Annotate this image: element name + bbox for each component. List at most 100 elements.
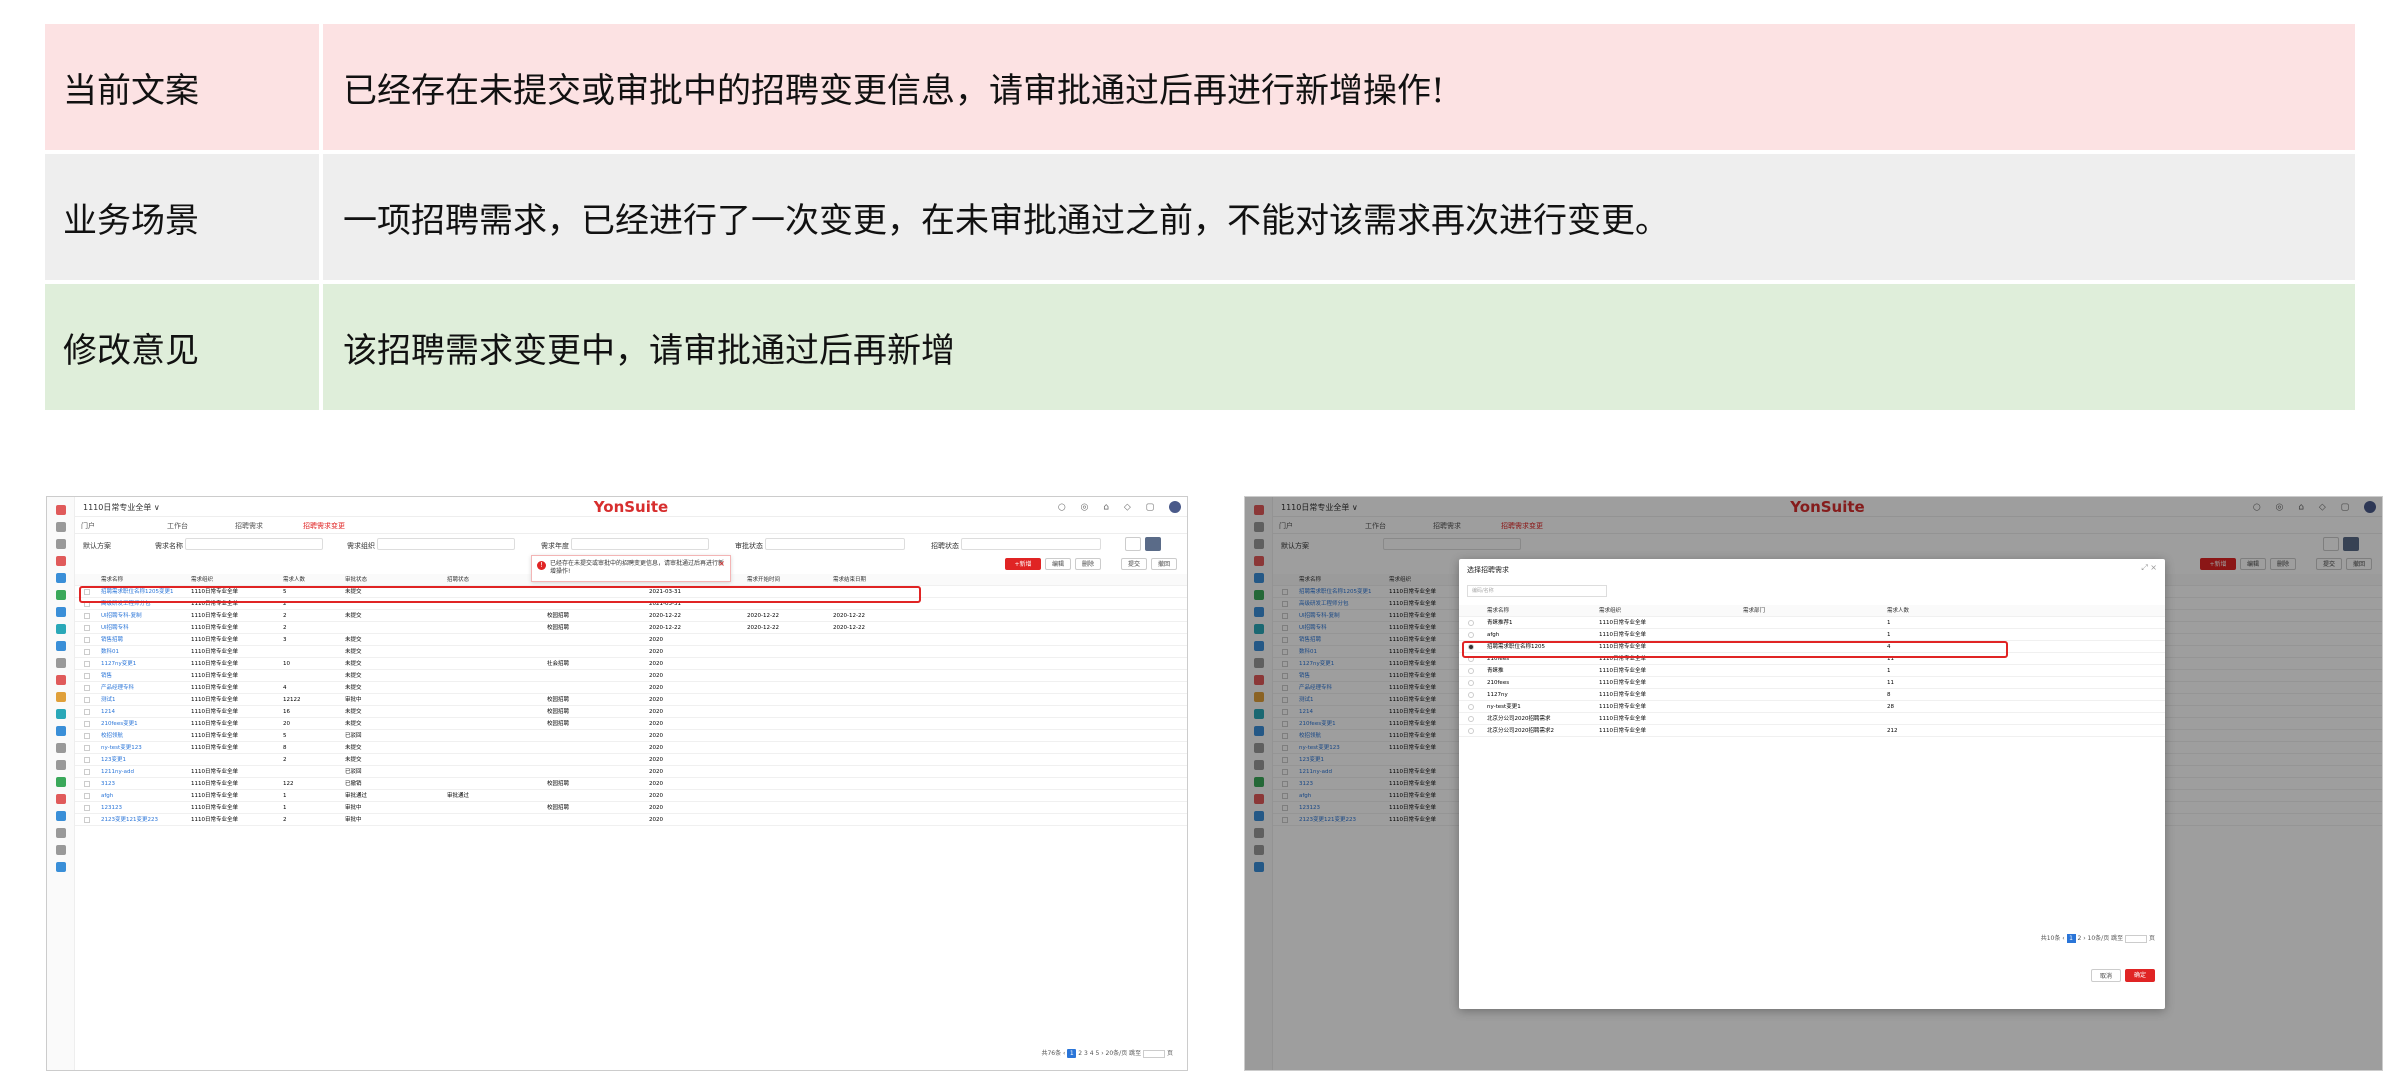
table-cell[interactable]: 1211ny-add [101,766,134,778]
filter-input[interactable] [377,538,515,550]
pager-page[interactable]: 1 [2066,934,2076,943]
pager-page[interactable]: 2 [2077,935,2081,942]
table-row[interactable]: 1214 1110日常专业全单 16 未提交 校园招聘 2020 [75,706,1187,718]
nav-icon[interactable] [56,811,66,821]
pager-page[interactable]: 5 [1095,1050,1099,1057]
row-checkbox[interactable] [84,625,90,631]
row-checkbox[interactable] [84,817,90,823]
delete-button[interactable]: 删除 [1075,558,1101,570]
row-checkbox[interactable] [84,637,90,643]
nav-icon[interactable] [56,522,66,532]
nav-icon[interactable] [56,726,66,736]
table-row[interactable]: 销售 1110日常专业全单 未提交 2020 [75,670,1187,682]
edit-button[interactable]: 编辑 [1045,558,1071,570]
nav-icon[interactable] [56,692,66,702]
table-row[interactable]: 210fees变更1 1110日常专业全单 20 未提交 校园招聘 2020 [75,718,1187,730]
page-jump-input[interactable] [2125,934,2148,943]
nav-icon[interactable] [56,675,66,685]
nav-icon[interactable] [56,607,66,617]
column-header[interactable]: 审批状态 [345,574,367,586]
filter-input[interactable] [765,538,905,550]
table-cell[interactable]: 销售 [101,670,112,682]
add-button[interactable]: +新增 [1005,558,1041,570]
table-row[interactable]: 1127ny 1110日常专业全单 8 [1459,689,2165,701]
column-header[interactable]: 需求结束日期 [833,574,866,586]
column-header[interactable]: 招聘状态 [447,574,469,586]
row-checkbox[interactable] [84,721,90,727]
table-row[interactable]: 数科01 1110日常专业全单 未提交 2020 [75,646,1187,658]
page-size-select[interactable]: 20条/页 [1106,1050,1128,1057]
table-row[interactable]: 测试1 1110日常专业全单 12122 审批中 校园招聘 2020 [75,694,1187,706]
filter-input[interactable] [961,538,1101,550]
table-row[interactable]: 123123 1110日常专业全单 1 审批中 校园招聘 2020 [75,802,1187,814]
nav-icon[interactable] [56,573,66,583]
column-header[interactable]: 需求名称 [1487,605,1509,617]
nav-icon[interactable] [56,777,66,787]
table-cell[interactable]: 123123 [101,802,122,814]
row-radio[interactable] [1468,728,1474,734]
row-radio[interactable] [1468,632,1474,638]
row-checkbox[interactable] [84,661,90,667]
table-row[interactable]: 产品经理专科 1110日常专业全单 4 未提交 2020 [75,682,1187,694]
table-row[interactable]: ny-test变更123 1110日常专业全单 8 未提交 2020 [75,742,1187,754]
table-cell[interactable]: ny-test变更123 [101,742,142,754]
tab-demand-change[interactable]: 招聘需求变更 [303,521,345,531]
search-icon[interactable] [1145,537,1161,551]
table-row[interactable]: 210fees 1110日常专业全单 11 [1459,677,2165,689]
table-row[interactable]: 销售招聘 1110日常专业全单 3 未提交 2020 [75,634,1187,646]
table-cell[interactable]: 3123 [101,778,115,790]
row-checkbox[interactable] [84,673,90,679]
table-row[interactable]: afgh 1110日常专业全单 1 审批通过 审批通过 2020 [75,790,1187,802]
reset-icon[interactable] [1125,537,1141,551]
row-radio[interactable] [1468,680,1474,686]
table-row[interactable]: 123变更1 2 未提交 2020 [75,754,1187,766]
filter-input[interactable] [185,538,323,550]
row-radio[interactable] [1468,692,1474,698]
row-checkbox[interactable] [84,805,90,811]
nav-icon[interactable] [56,641,66,651]
table-cell[interactable]: 2123变更121变更223 [101,814,158,826]
table-cell[interactable]: 产品经理专科 [101,682,134,694]
table-row[interactable]: 1211ny-add 1110日常专业全单 已驳回 2020 [75,766,1187,778]
nav-icon[interactable] [56,709,66,719]
row-checkbox[interactable] [84,649,90,655]
table-cell[interactable]: 1214 [101,706,115,718]
page-size-select[interactable]: 10条/页 [2088,935,2110,942]
row-radio[interactable] [1468,716,1474,722]
nav-icon[interactable] [56,862,66,872]
row-radio[interactable] [1468,620,1474,626]
row-checkbox[interactable] [84,733,90,739]
table-cell[interactable]: 数科01 [101,646,119,658]
nav-icon[interactable] [56,539,66,549]
table-row[interactable]: UI招聘专科 1110日常专业全单 2 校园招聘 2020-12-22 2020-12-2… [75,622,1187,634]
row-checkbox[interactable] [84,709,90,715]
scheme-label[interactable]: 默认方案 [83,541,111,551]
pager-page[interactable]: 1 [1067,1049,1077,1058]
tab-portal[interactable]: 门户 [81,521,95,531]
row-checkbox[interactable] [84,757,90,763]
table-row[interactable]: ny-test变更1 1110日常专业全单 28 [1459,701,2165,713]
nav-icon[interactable] [56,828,66,838]
row-checkbox[interactable] [84,613,90,619]
nav-icon[interactable] [56,505,66,515]
table-row[interactable]: 北京分公司2020招聘需求 1110日常专业全单 [1459,713,2165,725]
submit-button[interactable]: 提交 [1121,558,1147,570]
nav-icon[interactable] [56,794,66,804]
page-jump-input[interactable] [1143,1049,1166,1058]
row-checkbox[interactable] [84,769,90,775]
pager-page[interactable]: 2 [1078,1050,1082,1057]
column-header[interactable]: 需求部门 [1743,605,1765,617]
nav-icon[interactable] [56,743,66,753]
table-row[interactable]: 2123变更121变更223 1110日常专业全单 2 审批中 2020 [75,814,1187,826]
table-cell[interactable]: UI招聘专科 [101,622,129,634]
close-icon[interactable]: × [718,560,725,568]
nav-icon[interactable] [56,590,66,600]
row-checkbox[interactable] [84,745,90,751]
table-row[interactable]: 校招领航 1110日常专业全单 5 已驳回 2020 [75,730,1187,742]
table-cell[interactable]: afgh [101,790,113,802]
column-header[interactable]: 需求名称 [101,574,123,586]
nav-icon[interactable] [56,624,66,634]
table-row[interactable]: UI招聘专科-复制 1110日常专业全单 2 未提交 校园招聘 2020-12-22 202… [75,610,1187,622]
table-cell[interactable]: UI招聘专科-复制 [101,610,142,622]
column-header[interactable]: 需求人数 [283,574,305,586]
